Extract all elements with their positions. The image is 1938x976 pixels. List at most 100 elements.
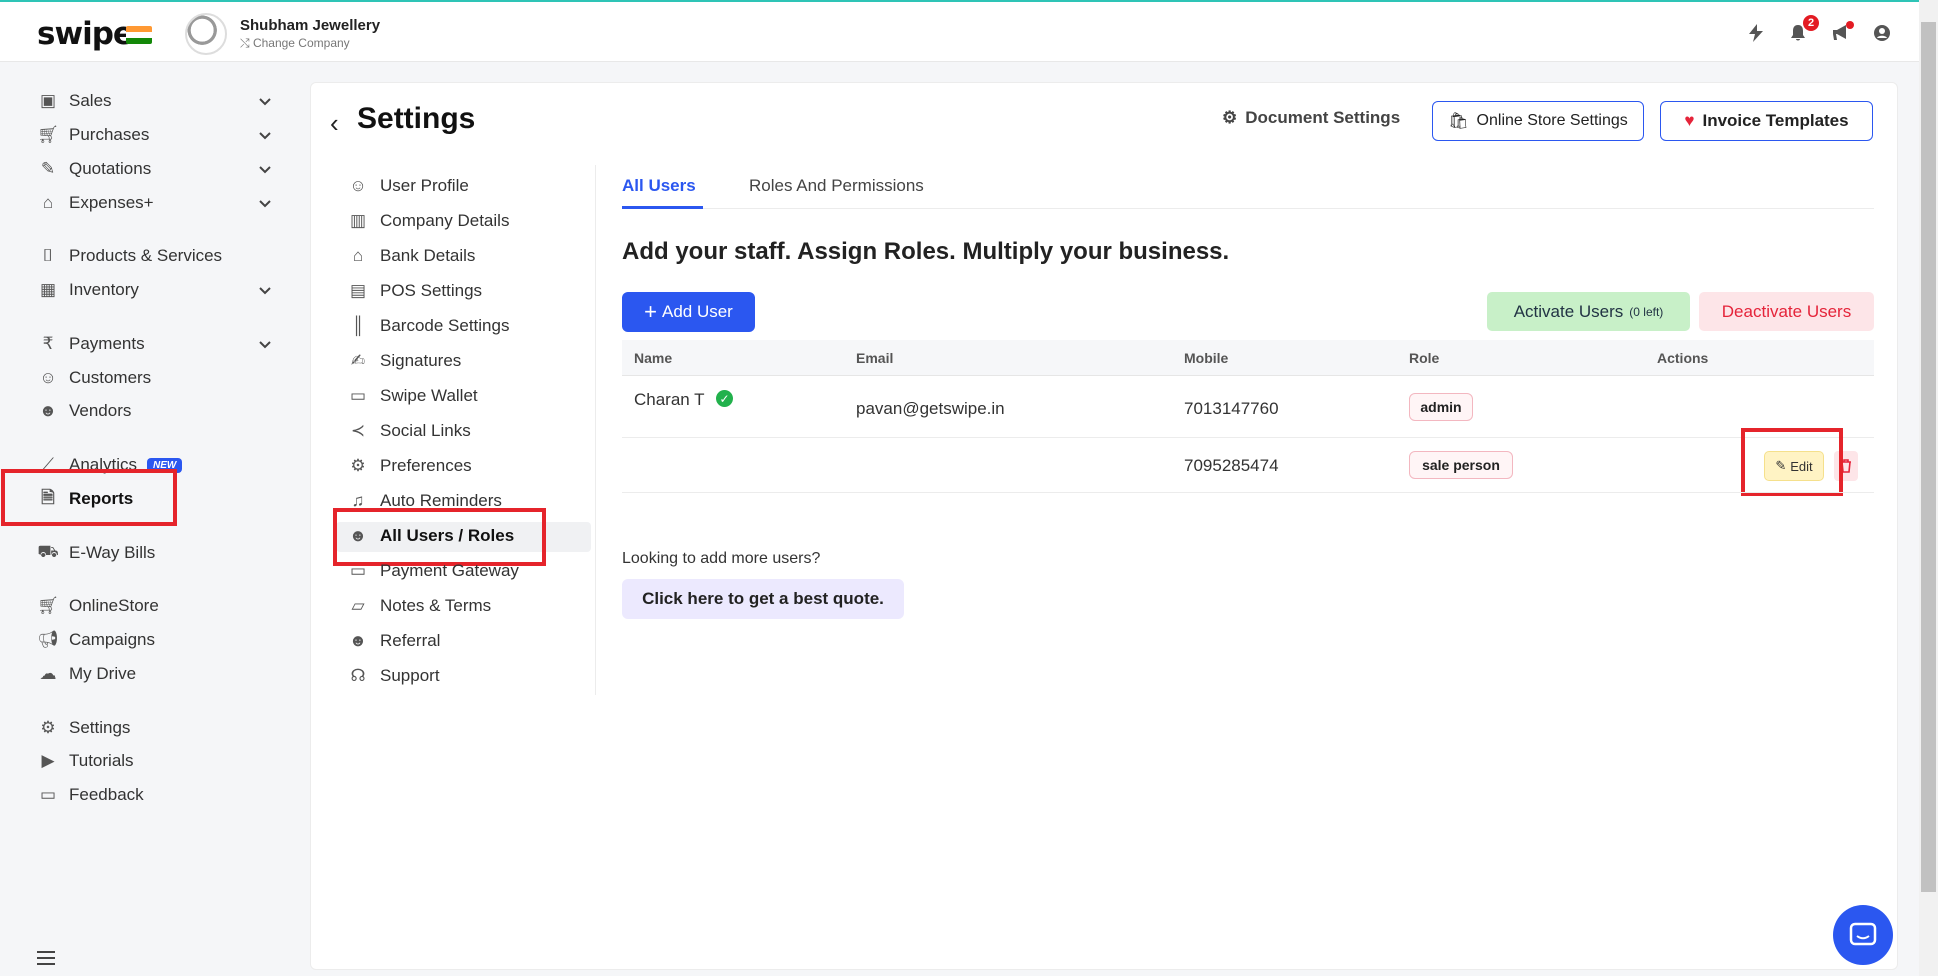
- activate-users-label: Activate Users: [1513, 301, 1624, 321]
- store-icon: 🛒︎: [37, 596, 59, 615]
- subnav-preferences[interactable]: ⚙ Preferences: [348, 454, 471, 478]
- back-arrow-icon[interactable]: ‹: [330, 108, 339, 139]
- subnav-label: Support: [380, 666, 440, 685]
- rupee-icon: ₹: [42, 334, 54, 353]
- company-name[interactable]: Shubham Jewellery: [240, 17, 380, 34]
- nav-customers-label: Customers: [69, 368, 152, 387]
- nav-tutorials[interactable]: ▶ Tutorials: [38, 748, 134, 774]
- truck-icon: ⛟: [37, 542, 59, 561]
- company-avatar[interactable]: [185, 13, 227, 55]
- chevron-down-icon[interactable]: [258, 162, 272, 176]
- nav-inventory[interactable]: ▦ Inventory: [38, 277, 139, 303]
- subnav-support[interactable]: ☊ Support: [348, 664, 440, 688]
- subnav-label: Signatures: [380, 351, 462, 370]
- subnav-payment-gateway[interactable]: ▭ Payment Gateway: [348, 559, 519, 583]
- column-header-role: Role: [1409, 350, 1440, 366]
- referral-icon: ☻: [349, 631, 367, 650]
- more-users-question: Looking to add more users?: [622, 550, 821, 567]
- verified-check-icon: ✓: [716, 390, 733, 407]
- nav-customers[interactable]: ☺ Customers: [38, 365, 151, 391]
- gear-icon: ⚙: [40, 718, 56, 737]
- subnav-pos-settings[interactable]: ▤ POS Settings: [348, 279, 482, 303]
- subnav-label: Swipe Wallet: [380, 386, 478, 405]
- subnav-bank-details[interactable]: ⌂ Bank Details: [348, 244, 476, 268]
- nav-eway-bills[interactable]: ⛟ E-Way Bills: [37, 540, 156, 566]
- nav-products-services[interactable]: ⌷ Products & Services: [38, 243, 222, 269]
- subnav-referral[interactable]: ☻ Referral: [348, 629, 440, 653]
- swipe-logo[interactable]: swipe: [37, 16, 134, 52]
- users-icon: ☻: [39, 401, 57, 420]
- page-title: Settings: [357, 102, 476, 135]
- nav-campaigns[interactable]: 📢︎ Campaigns: [37, 627, 155, 653]
- nav-onlinestore[interactable]: 🛒︎ OnlineStore: [37, 593, 159, 619]
- gear-icon: ⚙: [350, 456, 366, 475]
- user-icon: ☺: [349, 176, 367, 195]
- best-quote-button[interactable]: Click here to get a best quote.: [622, 579, 904, 619]
- gear-icon: ⚙: [1222, 108, 1238, 127]
- top-bar: swipe Shubham Jewellery ⤭ Change Company…: [0, 0, 1938, 62]
- nav-sales-label: Sales: [69, 91, 112, 110]
- chevron-down-icon[interactable]: [258, 196, 272, 210]
- tab-roles-permissions[interactable]: Roles And Permissions: [749, 176, 924, 196]
- subnav-user-profile[interactable]: ☺ User Profile: [348, 174, 469, 198]
- store-icon: 🛍︎: [1448, 113, 1469, 130]
- nav-quotations[interactable]: ✎ Quotations: [38, 156, 151, 182]
- nav-vendors[interactable]: ☻ Vendors: [38, 398, 131, 424]
- megaphone-icon: 📢︎: [37, 630, 59, 649]
- plus-icon: +: [644, 299, 657, 324]
- subnav-swipe-wallet[interactable]: ▭ Swipe Wallet: [348, 384, 478, 408]
- online-store-settings-button[interactable]: 🛍︎ Online Store Settings: [1432, 101, 1644, 141]
- india-flag-icon: [126, 26, 152, 44]
- nav-sales[interactable]: ▣ Sales: [38, 88, 112, 114]
- cloud-icon: ☁: [39, 664, 57, 683]
- nav-feedback-label: Feedback: [69, 785, 144, 804]
- chevron-down-icon[interactable]: [258, 283, 272, 297]
- chevron-down-icon[interactable]: [258, 94, 272, 108]
- all-users-highlight-box: [333, 508, 546, 566]
- barcode-icon: ║: [351, 316, 365, 335]
- user-name: Charan T: [634, 390, 705, 409]
- nav-purchases-label: Purchases: [69, 125, 150, 144]
- nav-purchases[interactable]: 🛒︎ Purchases: [37, 122, 150, 148]
- chat-bubble-icon: ▭: [39, 785, 57, 804]
- chat-widget-button[interactable]: [1833, 905, 1893, 965]
- nav-tutorials-label: Tutorials: [69, 751, 134, 770]
- account-icon[interactable]: [1871, 22, 1893, 44]
- nav-feedback[interactable]: ▭ Feedback: [38, 782, 144, 808]
- lightning-icon[interactable]: [1745, 22, 1767, 44]
- invoice-templates-button[interactable]: ♥ Invoice Templates: [1660, 101, 1873, 141]
- row-divider: [622, 492, 1874, 493]
- nav-eway-label: E-Way Bills: [69, 543, 156, 562]
- nav-expenses[interactable]: ⌂ Expenses+: [38, 190, 154, 216]
- cart-icon: 🛒︎: [37, 125, 59, 144]
- nav-expenses-label: Expenses+: [69, 193, 154, 212]
- change-company-link[interactable]: ⤭ Change Company: [240, 36, 350, 51]
- activate-users-button[interactable]: Activate Users (0 left): [1487, 292, 1690, 331]
- user-mobile: 7095285474: [1184, 456, 1279, 475]
- subnav-label: Bank Details: [380, 246, 476, 265]
- note-icon: ▱: [351, 596, 365, 615]
- scrollbar-thumb[interactable]: [1921, 22, 1936, 892]
- chevron-down-icon[interactable]: [258, 337, 272, 351]
- chevron-down-icon[interactable]: [258, 128, 272, 142]
- invoice-templates-label: Invoice Templates: [1702, 111, 1849, 130]
- subnav-barcode-settings[interactable]: ║ Barcode Settings: [348, 314, 510, 338]
- subnav-label: User Profile: [380, 176, 469, 195]
- menu-icon[interactable]: [36, 950, 56, 966]
- deactivate-users-button[interactable]: Deactivate Users: [1699, 292, 1874, 331]
- document-settings-button[interactable]: ⚙ Document Settings: [1222, 108, 1400, 128]
- add-user-button[interactable]: + Add User: [622, 292, 755, 332]
- pen-icon: ✎: [40, 159, 56, 178]
- subnav-social-links[interactable]: ≺ Social Links: [348, 419, 471, 443]
- announcement-dot: [1846, 21, 1854, 29]
- nav-settings[interactable]: ⚙ Settings: [38, 715, 130, 741]
- subnav-notes-terms[interactable]: ▱ Notes & Terms: [348, 594, 491, 618]
- subnav-signatures[interactable]: ✍︎ Signatures: [348, 349, 461, 373]
- nav-onlinestore-label: OnlineStore: [69, 596, 159, 615]
- tab-all-users[interactable]: All Users: [622, 176, 696, 196]
- tabs-divider: [622, 208, 1874, 209]
- subnav-company-details[interactable]: ▥ Company Details: [348, 209, 509, 233]
- nav-payments[interactable]: ₹ Payments: [38, 331, 145, 357]
- nav-my-drive[interactable]: ☁ My Drive: [38, 661, 137, 687]
- users-headline: Add your staff. Assign Roles. Multiply y…: [622, 238, 1230, 265]
